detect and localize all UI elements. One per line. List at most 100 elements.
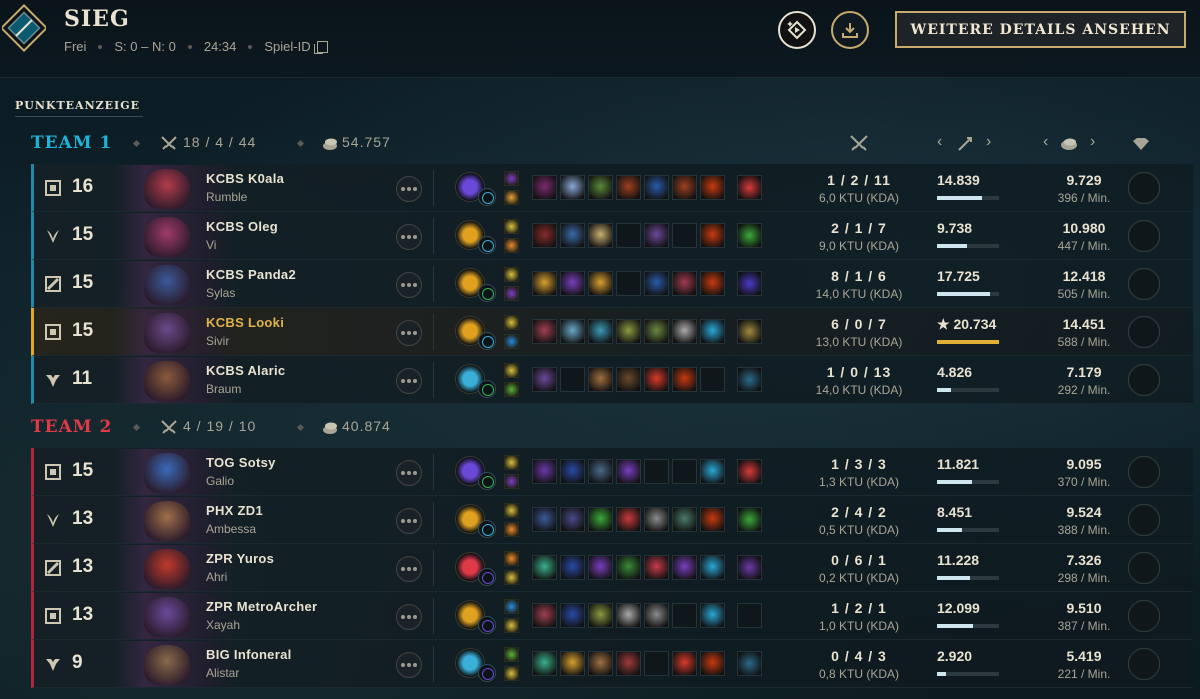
item-slot[interactable] [560, 367, 585, 392]
item-slot[interactable] [532, 319, 557, 344]
summoner-spell-2-icon[interactable] [504, 570, 519, 585]
secondary-rune-icon[interactable] [478, 236, 496, 254]
honor-button[interactable] [1128, 552, 1160, 584]
more-options-button[interactable] [396, 320, 422, 346]
item-slot[interactable] [588, 223, 613, 248]
trinket-slot[interactable] [737, 319, 762, 344]
item-slot[interactable] [644, 651, 669, 676]
summoner-spell-2-icon[interactable] [504, 334, 519, 349]
player-name[interactable]: KCBS K0ala [206, 171, 284, 186]
summoner-spell-2-icon[interactable] [504, 382, 519, 397]
player-name[interactable]: ZPR MetroArcher [206, 599, 317, 614]
summoner-spell-2-icon[interactable] [504, 286, 519, 301]
item-slot[interactable] [672, 223, 697, 248]
secondary-rune-icon[interactable] [478, 380, 496, 398]
item-slot[interactable] [532, 603, 557, 628]
player-name[interactable]: KCBS Alaric [206, 363, 285, 378]
secondary-rune-icon[interactable] [478, 332, 496, 350]
chevron-left-icon[interactable]: ‹ [937, 133, 942, 151]
honor-button[interactable] [1128, 316, 1160, 348]
honor-button[interactable] [1128, 220, 1160, 252]
item-slot[interactable] [560, 555, 585, 580]
trinket-slot[interactable] [737, 555, 762, 580]
secondary-rune-icon[interactable] [478, 616, 496, 634]
item-slot[interactable] [644, 223, 669, 248]
item-slot[interactable] [532, 367, 557, 392]
highlight-button[interactable] [778, 11, 816, 49]
item-slot[interactable] [700, 319, 725, 344]
item-slot[interactable] [616, 319, 641, 344]
secondary-rune-icon[interactable] [478, 568, 496, 586]
more-options-button[interactable] [396, 508, 422, 534]
item-slot[interactable] [672, 651, 697, 676]
item-slot[interactable] [560, 175, 585, 200]
item-slot[interactable] [672, 271, 697, 296]
chevron-left-icon[interactable]: ‹ [1043, 133, 1048, 151]
more-options-button[interactable] [396, 604, 422, 630]
more-options-button[interactable] [396, 460, 422, 486]
secondary-rune-icon[interactable] [478, 284, 496, 302]
player-row[interactable]: 15 KCBS Panda2 Sylas 8 / 1 / 6 14,0 KTU … [31, 260, 1193, 308]
player-row[interactable]: 9 BIG Infoneral Alistar 0 / 4 / 3 0,8 KT… [31, 640, 1193, 688]
kda-column-icon[interactable] [849, 134, 869, 154]
item-slot[interactable] [616, 555, 641, 580]
item-slot[interactable] [560, 507, 585, 532]
more-details-button[interactable]: WEITERE DETAILS ANSEHEN [895, 11, 1186, 48]
player-row[interactable]: 13 PHX ZD1 Ambessa 2 / 4 / 2 0,5 KTU (KD… [31, 496, 1193, 544]
item-slot[interactable] [616, 271, 641, 296]
item-slot[interactable] [560, 603, 585, 628]
item-slot[interactable] [588, 507, 613, 532]
item-slot[interactable] [644, 271, 669, 296]
player-row[interactable]: 13 ZPR MetroArcher Xayah 1 / 2 / 1 1,0 K… [31, 592, 1193, 640]
summoner-spell-2-icon[interactable] [504, 474, 519, 489]
item-slot[interactable] [588, 367, 613, 392]
summoner-spell-1-icon[interactable] [504, 315, 519, 330]
download-button[interactable] [831, 11, 869, 49]
trinket-slot[interactable] [737, 507, 762, 532]
item-slot[interactable] [560, 459, 585, 484]
item-slot[interactable] [672, 603, 697, 628]
secondary-rune-icon[interactable] [478, 188, 496, 206]
more-options-button[interactable] [396, 652, 422, 678]
item-slot[interactable] [532, 175, 557, 200]
item-slot[interactable] [700, 459, 725, 484]
item-slot[interactable] [588, 459, 613, 484]
item-slot[interactable] [644, 175, 669, 200]
player-row[interactable]: 15 KCBS Oleg Vi 2 / 1 / 7 9,0 KTU (KDA) … [31, 212, 1193, 260]
item-slot[interactable] [616, 507, 641, 532]
summoner-spell-1-icon[interactable] [504, 219, 519, 234]
item-slot[interactable] [672, 175, 697, 200]
honor-button[interactable] [1128, 172, 1160, 204]
trinket-slot[interactable] [737, 651, 762, 676]
item-slot[interactable] [560, 319, 585, 344]
chevron-right-icon[interactable]: › [986, 133, 991, 151]
item-slot[interactable] [644, 319, 669, 344]
player-row[interactable]: 13 ZPR Yuros Ahri 0 / 6 / 1 0,2 KTU (KDA… [31, 544, 1193, 592]
player-row[interactable]: 15 KCBS Looki Sivir 6 / 0 / 7 13,0 KTU (… [31, 308, 1193, 356]
item-slot[interactable] [672, 367, 697, 392]
summoner-spell-2-icon[interactable] [504, 190, 519, 205]
summoner-spell-2-icon[interactable] [504, 522, 519, 537]
summoner-spell-1-icon[interactable] [504, 455, 519, 470]
more-options-button[interactable] [396, 368, 422, 394]
honor-button[interactable] [1128, 648, 1160, 680]
item-slot[interactable] [672, 507, 697, 532]
summoner-spell-1-icon[interactable] [504, 599, 519, 614]
item-slot[interactable] [532, 651, 557, 676]
item-slot[interactable] [532, 507, 557, 532]
item-slot[interactable] [672, 555, 697, 580]
summoner-spell-1-icon[interactable] [504, 171, 519, 186]
item-slot[interactable] [588, 555, 613, 580]
item-slot[interactable] [700, 367, 725, 392]
item-slot[interactable] [616, 459, 641, 484]
item-slot[interactable] [700, 271, 725, 296]
item-slot[interactable] [616, 367, 641, 392]
item-slot[interactable] [532, 459, 557, 484]
more-options-button[interactable] [396, 176, 422, 202]
item-slot[interactable] [700, 223, 725, 248]
chevron-right-icon[interactable]: › [1090, 133, 1095, 151]
item-slot[interactable] [700, 507, 725, 532]
summoner-spell-1-icon[interactable] [504, 503, 519, 518]
item-slot[interactable] [644, 367, 669, 392]
item-slot[interactable] [560, 223, 585, 248]
